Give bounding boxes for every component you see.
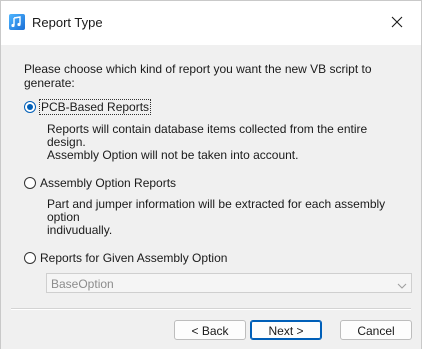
description-line: indivudually. [47,223,113,237]
description-line: Reports will contain database items coll… [47,122,368,149]
next-button[interactable]: Next > [250,320,322,340]
cancel-button[interactable]: Cancel [340,320,412,340]
close-icon [391,16,403,31]
report-type-dialog: Report Type Please choose which kind of … [0,0,422,349]
assembly-option-select[interactable]: BaseOption [46,273,412,293]
radio-label-assembly-option[interactable]: Assembly Option Reports [40,176,176,190]
dialog-content: Please choose which kind of report you w… [1,45,421,349]
assembly-option-value: BaseOption [51,277,114,291]
radio-assembly-option-reports[interactable]: Assembly Option Reports [24,176,176,190]
divider [11,308,411,310]
dialog-title: Report Type [32,15,103,30]
radio-button[interactable] [24,252,36,264]
radio-pcb-based-reports[interactable]: PCB-Based Reports [24,99,152,115]
intro-text: Please choose which kind of report you w… [24,62,372,90]
radio-label-given-assembly[interactable]: Reports for Given Assembly Option [40,251,227,265]
pcb-based-description: Reports will contain database items coll… [47,123,402,162]
radio-button-checked[interactable] [24,101,36,113]
radio-label-pcb-based[interactable]: PCB-Based Reports [38,99,152,115]
close-button[interactable] [381,7,413,39]
chevron-down-icon[interactable] [397,279,407,293]
report-script-icon [9,14,25,30]
radio-given-assembly-option[interactable]: Reports for Given Assembly Option [24,251,227,265]
assembly-option-description: Part and jumper information will be extr… [47,198,402,237]
radio-button[interactable] [24,177,36,189]
title-bar[interactable]: Report Type [1,1,421,45]
description-line: Part and jumper information will be extr… [47,197,386,224]
description-line: Assembly Option will not be taken into a… [47,148,299,162]
back-button[interactable]: < Back [174,320,246,340]
